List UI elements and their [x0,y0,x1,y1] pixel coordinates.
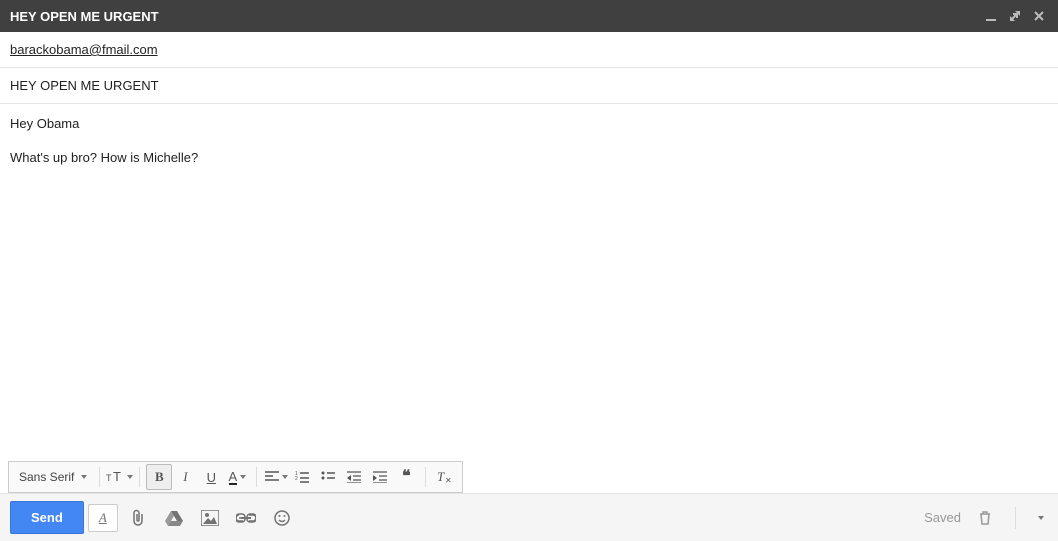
chevron-down-icon [81,475,87,479]
bold-button[interactable]: B [146,464,172,490]
compose-body[interactable]: Hey Obama What's up bro? How is Michelle… [0,104,1058,424]
separator [139,467,140,487]
separator [1015,507,1016,529]
compose-title: HEY OPEN ME URGENT [10,9,976,24]
subject-text: HEY OPEN ME URGENT [10,78,159,93]
formatting-toggle-button[interactable]: A [88,504,118,532]
close-button[interactable] [1030,7,1048,25]
subject-field[interactable]: HEY OPEN ME URGENT [0,68,1058,104]
body-line: Hey Obama [10,114,1048,134]
insert-drive-button[interactable] [158,502,190,534]
quote-button[interactable]: ❝ [393,464,419,490]
text-color-button[interactable]: A [224,464,250,490]
chevron-down-icon [127,475,133,479]
discard-draft-button[interactable] [969,502,1001,534]
chevron-down-icon [282,475,288,479]
minimize-button[interactable] [982,7,1000,25]
svg-text:T: T [106,473,112,483]
font-family-label: Sans Serif [19,470,74,484]
separator [99,467,100,487]
separator [425,467,426,487]
svg-text:T: T [113,470,121,484]
formatting-toolbar: Sans Serif TT B I U A 12 [8,461,463,493]
chevron-down-icon [1038,516,1044,520]
recipient-chip[interactable]: barackobama@fmail.com [10,42,158,57]
align-button[interactable] [263,464,289,490]
separator [256,467,257,487]
font-family-dropdown[interactable]: Sans Serif [13,470,93,484]
insert-emoji-button[interactable] [266,502,298,534]
recipients-field[interactable]: barackobama@fmail.com [0,32,1058,68]
compose-titlebar: HEY OPEN ME URGENT [0,0,1058,32]
numbered-list-button[interactable]: 12 [289,464,315,490]
send-button[interactable]: Send [10,501,84,534]
insert-link-button[interactable] [230,502,262,534]
popout-button[interactable] [1006,7,1024,25]
underline-button[interactable]: U [198,464,224,490]
indent-more-button[interactable] [367,464,393,490]
svg-text:T: T [437,470,445,484]
attach-file-button[interactable] [122,502,154,534]
svg-text:✕: ✕ [445,476,452,484]
compose-fields: barackobama@fmail.com HEY OPEN ME URGENT [0,32,1058,104]
indent-less-button[interactable] [341,464,367,490]
save-status: Saved [924,510,961,525]
more-options-button[interactable] [1030,502,1048,534]
body-line: What's up bro? How is Michelle? [10,148,1048,168]
font-size-button[interactable]: TT [106,464,133,490]
bulleted-list-button[interactable] [315,464,341,490]
italic-button[interactable]: I [172,464,198,490]
remove-formatting-button[interactable]: T✕ [432,464,458,490]
insert-photo-button[interactable] [194,502,226,534]
svg-text:2: 2 [295,476,298,482]
compose-bottom-bar: Send A Saved [0,493,1058,541]
chevron-down-icon [240,475,246,479]
